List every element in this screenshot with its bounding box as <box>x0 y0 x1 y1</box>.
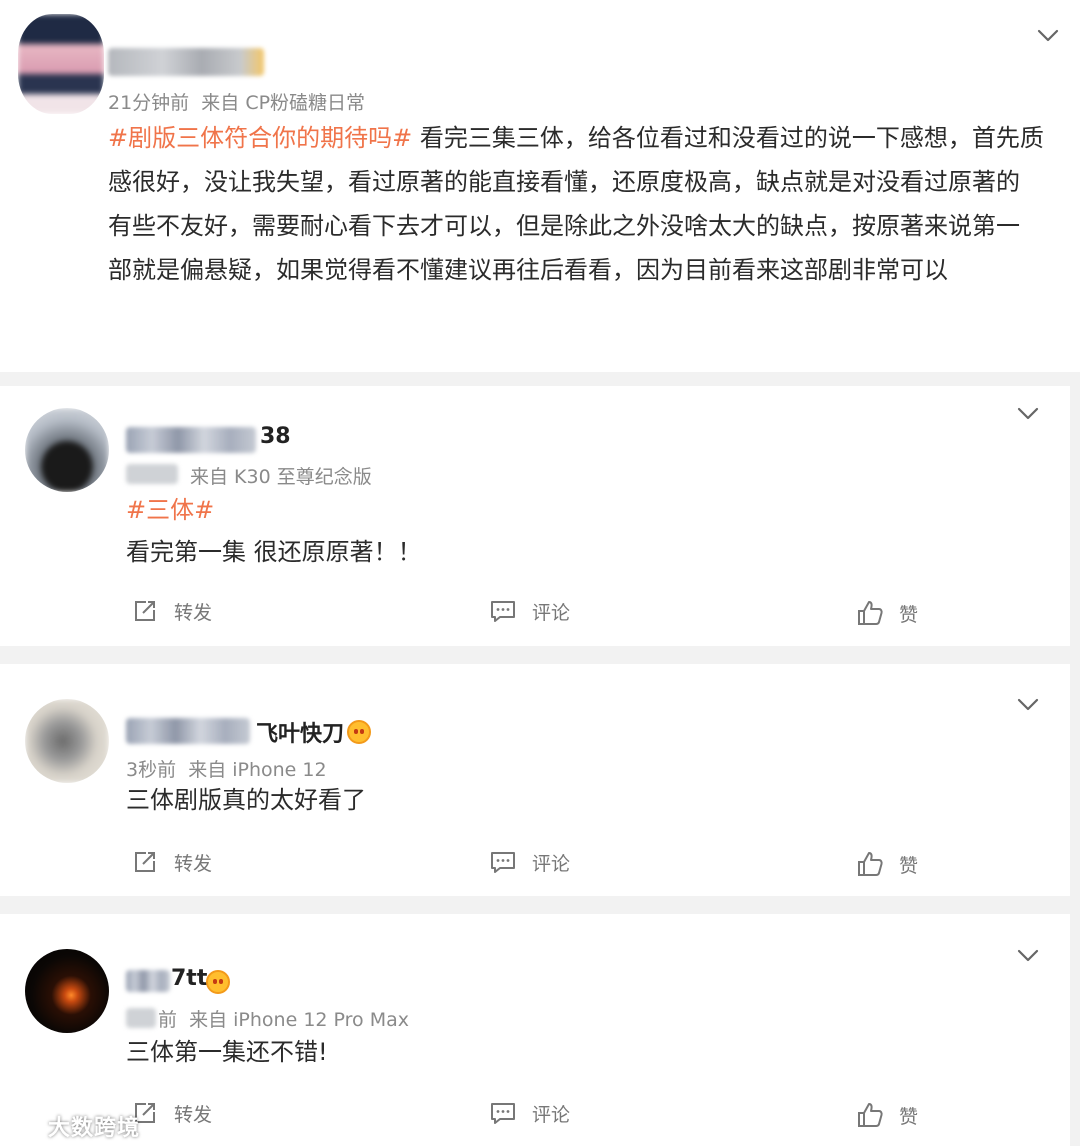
repost-label: 转发 <box>174 852 213 875</box>
post-card: 21分钟前 来自 CP粉磕糖日常 #剧版三体符合你的期待吗# 看完三集三体，给各… <box>0 0 1080 372</box>
topic-link[interactable]: #剧版三体符合你的期待吗# <box>108 124 412 152</box>
comment-time-suffix: 前 <box>158 1009 178 1031</box>
username-visible[interactable]: 38 <box>260 424 291 449</box>
like-button[interactable]: 赞 <box>855 1100 918 1130</box>
watermark-logo-icon <box>10 1114 46 1138</box>
like-label: 赞 <box>899 854 919 877</box>
comment-button[interactable]: 评论 <box>488 596 570 626</box>
avatar[interactable] <box>25 699 109 783</box>
post-time: 21分钟前 来自 CP粉磕糖日常 <box>108 88 365 115</box>
thumbs-up-icon <box>858 852 883 876</box>
watermark: 大数跨境 <box>8 1110 140 1142</box>
comment-source: 来自 K30 至尊纪念版 <box>190 466 372 488</box>
username-visible[interactable]: 7tt <box>171 966 207 991</box>
time-blurred <box>126 1008 156 1028</box>
comment-icon <box>491 601 515 622</box>
post-line-4: 部就是偏悬疑，如果觉得看不懂建议再往后看看，因为目前看来这部剧非常可以 <box>108 256 948 284</box>
like-label: 赞 <box>899 1105 919 1128</box>
chevron-down-icon[interactable] <box>1035 22 1061 48</box>
post-line-1: #剧版三体符合你的期待吗# 看完三集三体，给各位看过和没看过的说一下感想，首先质 <box>108 116 1044 160</box>
repost-button[interactable]: 转发 <box>130 1098 212 1128</box>
chevron-down-icon[interactable] <box>1015 400 1041 426</box>
post-source: 来自 CP粉磕糖日常 <box>201 92 366 114</box>
comment-button[interactable]: 评论 <box>488 847 570 877</box>
username-blurred[interactable] <box>108 48 264 76</box>
post-line-2: 感很好，没让我失望，看过原著的能直接看懂，还原度极高，缺点就是对没看过原著的 <box>108 168 1020 196</box>
post-time-text: 21分钟前 <box>108 92 190 114</box>
comment-text: 三体剧版真的太好看了 <box>126 786 366 814</box>
comment-label: 评论 <box>532 1103 571 1126</box>
chevron-down-icon[interactable] <box>1015 942 1041 968</box>
comment-card: 7tt 前 来自 iPhone 12 Pro Max 三体第一集还不错! 转发 … <box>0 914 1070 1146</box>
thumbs-up-icon <box>858 1103 883 1127</box>
repost-button[interactable]: 转发 <box>130 596 212 626</box>
emoji-badge-icon <box>206 970 230 994</box>
username-visible[interactable]: 飞叶快刀 <box>256 716 344 748</box>
repost-label: 转发 <box>174 601 213 624</box>
chevron-down-icon[interactable] <box>1015 691 1041 717</box>
avatar[interactable] <box>25 408 109 492</box>
username-blurred[interactable] <box>126 427 256 453</box>
avatar[interactable] <box>18 14 104 114</box>
username-blurred[interactable] <box>126 970 170 992</box>
avatar[interactable] <box>25 949 109 1033</box>
watermark-text: 大数跨境 <box>48 1116 141 1141</box>
comment-text: 三体第一集还不错! <box>126 1038 328 1066</box>
comment-meta: 前 来自 iPhone 12 Pro Max <box>158 1005 409 1032</box>
username-blurred[interactable] <box>126 718 250 744</box>
comment-label: 评论 <box>532 601 571 624</box>
time-blurred <box>126 464 178 484</box>
thumbs-up-icon <box>858 601 883 625</box>
like-label: 赞 <box>899 603 919 626</box>
comment-button[interactable]: 评论 <box>488 1098 570 1128</box>
post-text-1: 看完三集三体，给各位看过和没看过的说一下感想，首先质 <box>419 124 1044 152</box>
comment-icon <box>491 852 515 873</box>
like-button[interactable]: 赞 <box>855 849 918 879</box>
comment-icon <box>491 1103 515 1124</box>
post-line-3: 有些不友好，需要耐心看下去才可以，但是除此之外没啥太大的缺点，按原著来说第一 <box>108 212 1020 240</box>
repost-icon <box>135 852 155 872</box>
repost-icon <box>135 601 155 621</box>
comment-text: 看完第一集 很还原原著！！ <box>126 538 422 566</box>
topic-link[interactable]: #三体# <box>126 488 214 532</box>
repost-label: 转发 <box>174 1103 213 1126</box>
comment-source: 来自 iPhone 12 Pro Max <box>189 1009 410 1031</box>
comment-card: 38 来自 K30 至尊纪念版 #三体# 看完第一集 很还原原著！！ 转发 评论… <box>0 386 1070 646</box>
comment-card: 飞叶快刀 3秒前 来自 iPhone 12 三体剧版真的太好看了 转发 评论 赞 <box>0 664 1070 896</box>
comment-label: 评论 <box>532 852 571 875</box>
like-button[interactable]: 赞 <box>855 598 918 628</box>
repost-button[interactable]: 转发 <box>130 847 212 877</box>
emoji-badge-icon <box>347 720 371 744</box>
